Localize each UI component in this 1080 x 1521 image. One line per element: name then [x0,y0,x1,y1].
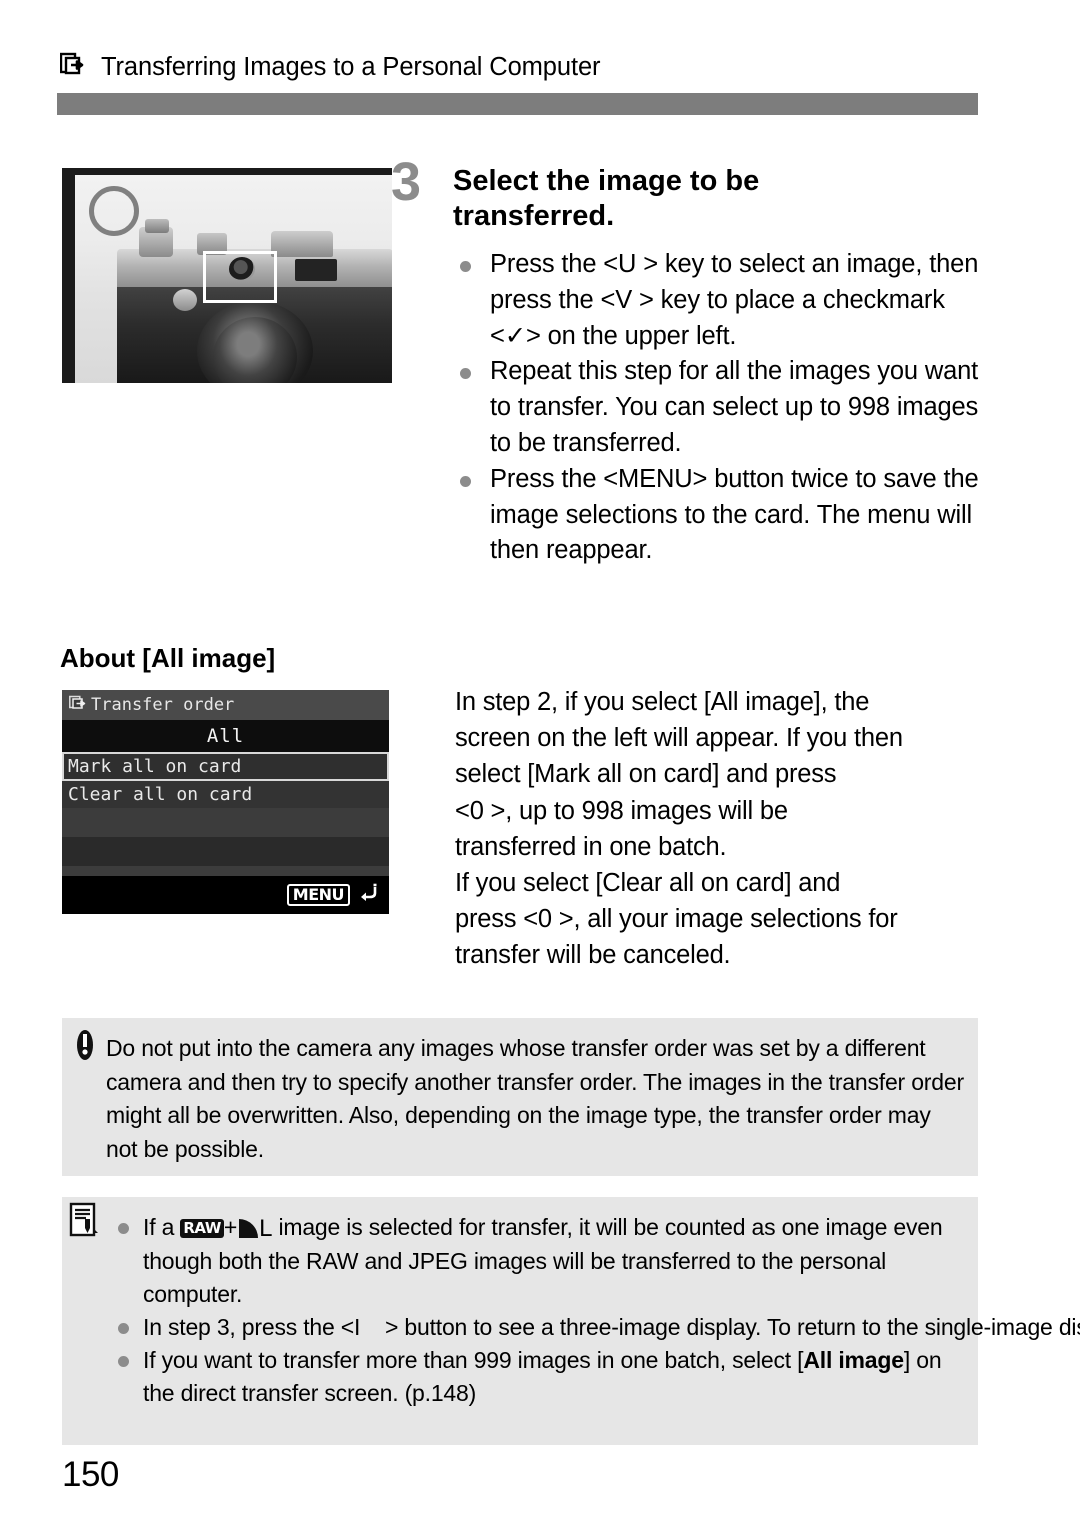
fine-quality-icon [239,1219,259,1238]
page-number: 150 [62,1455,119,1494]
camera-knob [173,289,197,311]
bullet-dot-icon [118,1323,129,1334]
plus-sign: + [223,1214,238,1240]
rectangle-highlight-annotation [203,251,277,303]
step-bullet-text: Repeat this step for all the images you … [490,357,979,457]
raw-format-badge: RAW [180,1219,224,1238]
step-bullet-text: Press the <MENU> button twice to save th… [490,464,979,565]
about-line: press <0 >, all your image selections fo… [455,905,898,934]
camera-dial-right [271,231,333,257]
page-title: Transferring Images to a Personal Comput… [101,52,601,81]
note-item: If you want to transfer more than 999 im… [110,1344,970,1410]
bullet-dot-icon [460,368,471,380]
bullet-dot-icon [118,1223,129,1234]
about-line: If you select [Clear all on card] and [455,869,841,898]
header-rule [57,93,978,115]
menu-button-badge[interactable]: MENU [286,884,350,906]
bullet-dot-icon [460,261,471,272]
transfer-images-icon [69,695,89,716]
bullet-dot-icon [118,1356,129,1367]
camera-lcd-screenshot: Transfer order All Mark all on card Clea… [62,690,389,914]
lcd-value: All [206,725,245,747]
caution-box: Do not put into the camera any images wh… [62,1018,978,1176]
lcd-menu-item-label: Mark all on card [68,756,242,777]
camera-photo [62,168,392,383]
lcd-empty-row [62,808,389,837]
step-title: Select the image to be transferred. [453,165,760,232]
transfer-images-icon [59,52,90,82]
about-heading: About [All image] [60,643,276,673]
note-item: In step 3, press the <I > button to see … [110,1311,1080,1344]
note-prefix: If a [143,1214,181,1240]
lcd-menu-item-mark-all[interactable]: Mark all on card [62,752,389,781]
lcd-footer-bar: MENU [62,876,389,914]
about-line: <0 >, up to 998 images will be [455,796,788,825]
about-line: transfer will be canceled. [455,941,731,970]
camera-window [295,259,337,281]
camera-dial-left-top [145,219,169,233]
about-line: screen on the left will appear. If you t… [455,724,903,753]
photo-content [75,175,392,383]
lcd-title: Transfer order [91,695,235,715]
page-header: Transferring Images to a Personal Comput… [59,52,601,82]
about-line: In step 2, if you select [All image], th… [455,688,870,716]
caution-text: Do not put into the camera any images wh… [106,1035,964,1162]
step-bullet: Press the <MENU> button twice to save th… [456,462,986,569]
note-bold-term: All image [803,1347,904,1373]
circle-highlight-annotation [89,186,139,236]
return-arrow-icon [357,883,379,908]
note-text: In step 3, press the <I > button to see … [143,1314,1080,1340]
step-bullet: Repeat this step for all the images you … [456,354,986,461]
about-line: select [Mark all on card] and press [455,760,837,789]
note-pencil-icon [68,1201,102,1248]
lcd-title-bar: Transfer order [62,690,389,720]
lcd-empty-row [62,837,389,866]
about-body-text: In step 2, if you select [All image], th… [455,684,995,974]
about-line: transferred in one batch. [455,832,727,861]
step-bullet: Press the <U > key to select an image, t… [456,247,986,354]
note-item: If a RAW + L image is selected for transfe… [110,1211,970,1311]
notes-box: If a RAW + L image is selected for transfe… [62,1197,1080,1445]
caution-icon [72,1028,98,1067]
step-bullet-text: Press the <U > key to select an image, t… [490,250,979,350]
note-prefix: If you want to transfer more than 999 im… [143,1347,804,1373]
manual-page: Transferring Images to a Personal Comput… [0,0,1080,1521]
quality-size-label: L [259,1215,273,1242]
step-bullet-list: Press the <U > key to select an image, t… [456,247,986,569]
lcd-menu-item-clear-all[interactable]: Clear all on card [62,781,389,808]
lcd-value-row: All [62,720,389,752]
notes-list: If a RAW + L image is selected for transfe… [110,1211,1080,1410]
lcd-menu-item-label: Clear all on card [68,784,253,805]
step-number: 3 [391,152,421,212]
bullet-dot-icon [460,475,471,487]
